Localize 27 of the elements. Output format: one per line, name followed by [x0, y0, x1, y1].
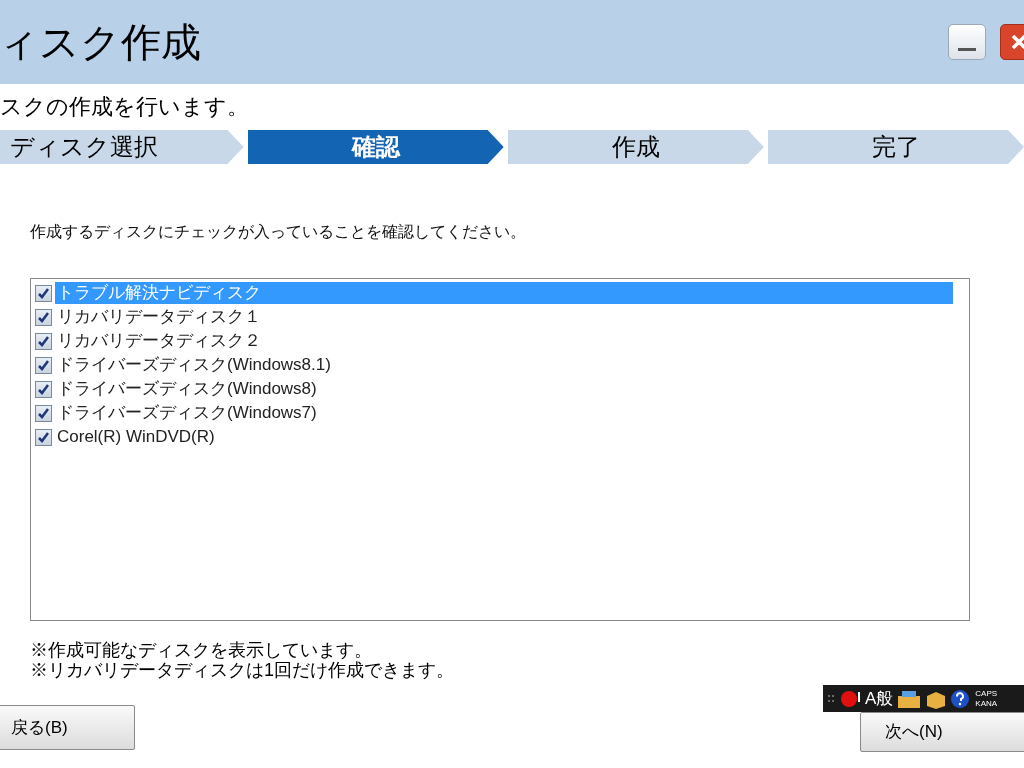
checkbox[interactable]	[35, 308, 52, 326]
note-text: ※リカバリデータディスクは1回だけ作成できます。	[30, 660, 455, 680]
input-mode-label[interactable]: A般	[865, 690, 894, 707]
list-item[interactable]: リカバリデータディスク２	[55, 330, 261, 352]
minimize-button[interactable]	[948, 24, 986, 60]
checkbox[interactable]	[35, 380, 52, 398]
instruction-text: 作成するディスクにチェックが入っていることを確認してください。	[30, 222, 527, 242]
window-title: ィスク作成	[0, 22, 201, 62]
checkbox[interactable]	[35, 332, 52, 350]
checkbox[interactable]	[35, 428, 52, 446]
list-item[interactable]: ドライバーズディスク(Windows7)	[55, 402, 317, 424]
help-icon[interactable]	[950, 688, 971, 709]
grip-icon	[827, 692, 837, 705]
note-text: ※作成可能なディスクを表示しています。	[30, 640, 373, 660]
close-icon	[1010, 33, 1024, 51]
checkbox[interactable]	[35, 284, 52, 302]
list-item[interactable]: ドライバーズディスク(Windows8)	[55, 378, 317, 400]
list-item[interactable]: リカバリデータディスク１	[55, 306, 261, 328]
back-button[interactable]: 戻る(B)	[0, 705, 135, 750]
list-item[interactable]: Corel(R) WinDVD(R)	[55, 426, 215, 448]
caps-indicator: CAPS	[975, 689, 998, 698]
list-item[interactable]: ドライバーズディスク(Windows8.1)	[55, 354, 331, 376]
kana-indicator: KANA	[975, 699, 998, 708]
checkbox[interactable]	[35, 356, 52, 374]
checkbox[interactable]	[35, 404, 52, 422]
next-button[interactable]: 次へ(N)	[860, 712, 1024, 752]
subtitle: スクの作成を行います。	[0, 96, 250, 118]
